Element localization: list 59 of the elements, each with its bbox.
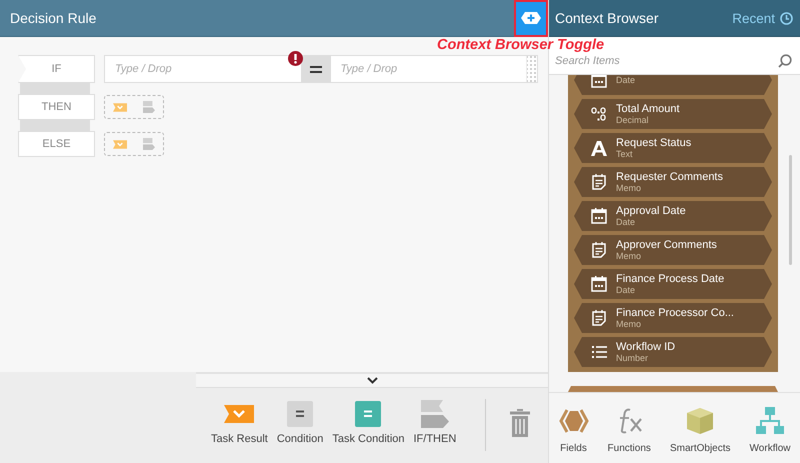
calendar-icon <box>591 276 607 292</box>
annotation-label: Context Browser Toggle <box>437 37 604 53</box>
field-item[interactable]: Date <box>574 75 772 95</box>
connector <box>20 83 90 94</box>
connector <box>20 120 90 131</box>
equals-operator[interactable] <box>300 56 330 82</box>
field-item[interactable]: Approver Comments Memo <box>574 235 772 265</box>
designer-title: Decision Rule <box>10 10 96 26</box>
drag-handle[interactable] <box>526 56 537 82</box>
if-then-icon <box>143 100 155 114</box>
trash-icon[interactable] <box>510 409 530 437</box>
hexagon-plus-icon <box>521 12 541 24</box>
scrollbar[interactable] <box>789 155 792 265</box>
browser-title: Context Browser <box>555 10 658 26</box>
field-item[interactable]: Total Amount Decimal <box>574 99 772 129</box>
browser-tab[interactable]: Fields <box>558 406 589 454</box>
memo-icon <box>591 174 607 190</box>
equals-icon <box>310 66 322 72</box>
condition-icon <box>287 401 314 427</box>
numbered-list-icon <box>591 344 607 360</box>
field-item[interactable]: Finance Processor Co... Memo <box>574 303 772 333</box>
if-then-icon <box>420 400 449 428</box>
drop-zone[interactable] <box>104 95 164 119</box>
field-item[interactable]: Workflow ID Number <box>574 337 772 367</box>
rule-keyword-label: IF <box>18 55 95 83</box>
toolbox-item[interactable]: IF/THEN <box>414 399 456 445</box>
rule-keyword-label: ELSE <box>18 131 95 157</box>
browser-tab[interactable]: Workflow <box>750 406 790 454</box>
drop-zone[interactable] <box>104 132 164 156</box>
toolbox-item[interactable]: Condition <box>276 399 324 445</box>
toolbox-item[interactable]: Task Result <box>211 399 268 445</box>
field-item[interactable]: Requester Comments Memo <box>574 167 772 197</box>
cube-icon <box>686 406 714 434</box>
recent-button[interactable]: Recent <box>732 10 793 26</box>
field-item[interactable]: Approval Date Date <box>574 201 772 231</box>
toolbox-item[interactable]: Task Condition <box>332 399 404 445</box>
search-icon <box>778 54 792 68</box>
memo-icon <box>591 242 607 258</box>
rule-keyword-label: THEN <box>18 94 95 120</box>
task-result-icon <box>113 140 127 148</box>
field-item[interactable]: Finance Process Date Date <box>574 269 772 299</box>
hexagon-brackets-icon <box>558 408 589 434</box>
chevron-down-icon <box>366 377 378 384</box>
text-type-icon <box>591 140 607 156</box>
task-condition-icon <box>355 401 382 427</box>
decimal-icon <box>591 106 607 122</box>
field-item[interactable]: Request Status Text <box>574 133 772 163</box>
browser-tab[interactable]: SmartObjects <box>670 406 731 454</box>
task-result-icon <box>113 102 127 112</box>
task-result-icon <box>224 405 254 423</box>
calendar-icon <box>591 208 607 224</box>
browser-tab[interactable]: Functions <box>608 406 651 454</box>
context-browser-toggle[interactable] <box>514 0 548 36</box>
workflow-diagram-icon <box>756 406 784 434</box>
collapse-button[interactable] <box>196 372 548 388</box>
memo-icon <box>591 310 607 326</box>
if-then-icon <box>143 137 155 151</box>
clock-icon <box>780 12 793 24</box>
category-tab[interactable] <box>568 386 778 392</box>
